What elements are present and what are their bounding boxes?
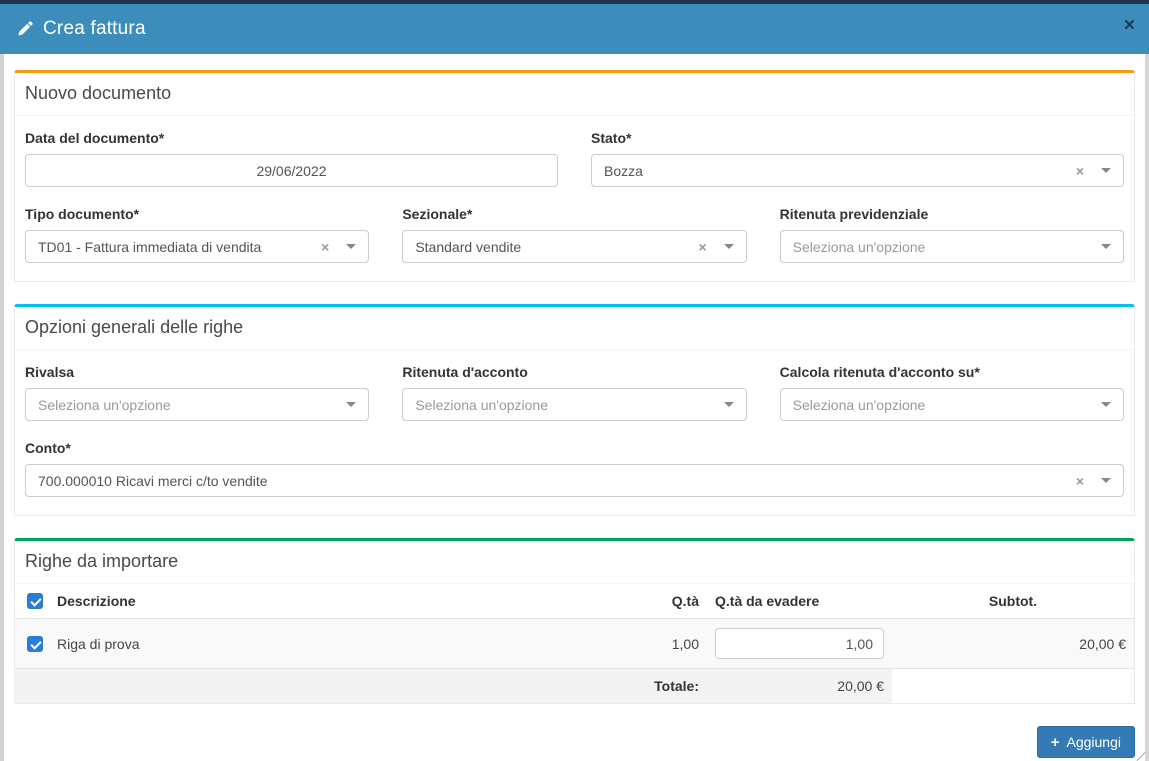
chevron-down-icon (346, 244, 356, 249)
modal-header: Crea fattura × (0, 4, 1149, 54)
field-sezionale: Sezionale* Standard vendite × (402, 206, 746, 263)
footer-blank-cell (892, 669, 1134, 704)
sezionale-label: Sezionale* (402, 206, 746, 222)
section-body: Data del documento* Stato* Bozza × (15, 116, 1134, 281)
clear-icon[interactable]: × (1076, 164, 1084, 178)
select-all-checkbox[interactable] (27, 593, 43, 609)
sezionale-selected-value: Standard vendite (415, 239, 698, 255)
table-row: Riga di prova 1,00 20,00 € (15, 619, 1134, 669)
chevron-down-icon (724, 244, 734, 249)
field-rivalsa: Rivalsa Seleziona un'opzione (25, 364, 369, 421)
chevron-down-icon (724, 402, 734, 407)
tipo-documento-selected-value: TD01 - Fattura immediata di vendita (38, 239, 321, 255)
section-opzioni-righe: Opzioni generali delle righe Rivalsa Sel… (14, 304, 1135, 516)
crea-fattura-modal: Crea fattura × Nuovo documento Data del … (0, 0, 1149, 761)
modal-title-text: Crea fattura (43, 18, 146, 40)
descrizione-header: Descrizione (57, 593, 136, 609)
section-header: Opzioni generali delle righe (15, 307, 1134, 350)
clear-icon[interactable]: × (321, 240, 329, 254)
section-righe-da-importare: Righe da importare Descrizione (14, 538, 1135, 704)
row-qta: 1,00 (629, 619, 707, 669)
table-footer-row: Totale: 20,00 € (15, 669, 1134, 704)
rivalsa-label: Rivalsa (25, 364, 369, 380)
ritenuta-acconto-label: Ritenuta d'acconto (402, 364, 746, 380)
chevron-down-icon (346, 402, 356, 407)
data-documento-label: Data del documento* (25, 130, 558, 146)
chevron-down-icon (1101, 168, 1111, 173)
ritenuta-acconto-placeholder: Seleziona un'opzione (415, 397, 723, 413)
ritenuta-previdenziale-placeholder: Seleziona un'opzione (793, 239, 1101, 255)
plus-icon: + (1051, 735, 1060, 750)
tipo-documento-label: Tipo documento* (25, 206, 369, 222)
sezionale-select[interactable]: Standard vendite × (402, 230, 746, 263)
ritenuta-acconto-select[interactable]: Seleziona un'opzione (402, 388, 746, 421)
rivalsa-placeholder: Seleziona un'opzione (38, 397, 346, 413)
section-body: Descrizione Q.tà Q.tà da evadere Subtot. (15, 584, 1134, 703)
calcola-ritenuta-label: Calcola ritenuta d'acconto su* (780, 364, 1124, 380)
section-body: Rivalsa Seleziona un'opzione Ritenuta d'… (15, 350, 1134, 515)
totale-value: 20,00 € (707, 669, 892, 704)
calcola-ritenuta-placeholder: Seleziona un'opzione (793, 397, 1101, 413)
row-descrizione: Riga di prova (57, 636, 140, 652)
pencil-icon (17, 21, 33, 37)
field-ritenuta-previdenziale: Ritenuta previdenziale Seleziona un'opzi… (780, 206, 1124, 263)
totale-label: Totale: (15, 669, 707, 704)
tipo-documento-select[interactable]: TD01 - Fattura immediata di vendita × (25, 230, 369, 263)
section-title: Nuovo documento (25, 83, 1124, 104)
modal-body: Nuovo documento Data del documento* Stat… (4, 54, 1145, 761)
qta-header: Q.tà (629, 584, 707, 619)
close-icon[interactable]: × (1124, 16, 1135, 35)
stato-select[interactable]: Bozza × (591, 154, 1124, 187)
conto-selected-value: 700.000010 Ricavi merci c/to vendite (38, 473, 1076, 489)
section-title: Opzioni generali delle righe (25, 317, 1124, 338)
table-header-row: Descrizione Q.tà Q.tà da evadere Subtot. (15, 584, 1134, 619)
row-subtot: 20,00 € (892, 619, 1134, 669)
field-data-documento: Data del documento* (25, 130, 558, 187)
aggiungi-button[interactable]: + Aggiungi (1037, 726, 1135, 758)
data-documento-input[interactable] (25, 154, 558, 187)
qta-da-evadere-input[interactable] (715, 628, 884, 659)
modal-footer-actions: + Aggiungi (14, 726, 1135, 758)
righe-table: Descrizione Q.tà Q.tà da evadere Subtot. (15, 584, 1134, 703)
subtot-header: Subtot. (892, 584, 1134, 619)
section-title: Righe da importare (25, 551, 1124, 572)
qta-da-evadere-header: Q.tà da evadere (707, 584, 892, 619)
stato-selected-value: Bozza (604, 163, 1076, 179)
ritenuta-previdenziale-label: Ritenuta previdenziale (780, 206, 1124, 222)
field-tipo-documento: Tipo documento* TD01 - Fattura immediata… (25, 206, 369, 263)
section-header: Righe da importare (15, 541, 1134, 584)
row-checkbox[interactable] (27, 636, 43, 652)
field-stato: Stato* Bozza × (591, 130, 1124, 187)
rivalsa-select[interactable]: Seleziona un'opzione (25, 388, 369, 421)
ritenuta-previdenziale-select[interactable]: Seleziona un'opzione (780, 230, 1124, 263)
clear-icon[interactable]: × (1076, 474, 1084, 488)
chevron-down-icon (1101, 478, 1111, 483)
conto-select[interactable]: 700.000010 Ricavi merci c/to vendite × (25, 464, 1124, 497)
aggiungi-button-label: Aggiungi (1067, 734, 1122, 750)
clear-icon[interactable]: × (698, 240, 706, 254)
chevron-down-icon (1101, 402, 1111, 407)
stato-label: Stato* (591, 130, 1124, 146)
field-calcola-ritenuta: Calcola ritenuta d'acconto su* Seleziona… (780, 364, 1124, 421)
field-conto: Conto* 700.000010 Ricavi merci c/to vend… (25, 440, 1124, 497)
calcola-ritenuta-select[interactable]: Seleziona un'opzione (780, 388, 1124, 421)
field-ritenuta-acconto: Ritenuta d'acconto Seleziona un'opzione (402, 364, 746, 421)
chevron-down-icon (1101, 244, 1111, 249)
section-header: Nuovo documento (15, 73, 1134, 116)
conto-label: Conto* (25, 440, 1124, 456)
section-nuovo-documento: Nuovo documento Data del documento* Stat… (14, 70, 1135, 282)
modal-title: Crea fattura (17, 18, 146, 40)
